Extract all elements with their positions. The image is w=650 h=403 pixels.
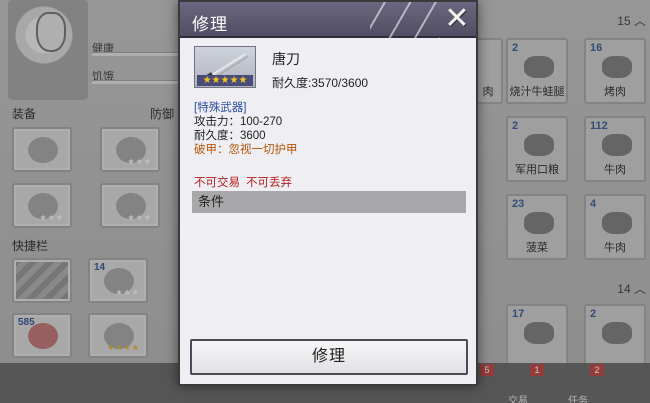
dialog-header: 修理 ✕ [180, 2, 476, 38]
no-drop-label: 不可丢弃 [246, 177, 292, 189]
item-icon-box: ★★★★★ [194, 46, 256, 88]
attack-stat: 攻击力：100-270 [194, 116, 283, 128]
armor-pierce-stat: 破甲：忽视一切护甲 [194, 144, 298, 156]
durability-value: 3570/3600 [311, 76, 369, 90]
item-name: 唐刀 [272, 51, 300, 67]
durability-label: 耐久度: [272, 76, 312, 90]
item-durability: 耐久度:3570/3600 [272, 74, 368, 91]
dialog-title: 修理 [192, 15, 228, 34]
condition-bar: 条件 [192, 191, 466, 213]
item-stars: ★★★★★ [197, 75, 253, 86]
repair-dialog: 修理 ✕ ★★★★★ 唐刀 耐久度:3570/3600 [特殊武器] 攻击力：1… [178, 0, 478, 386]
repair-button[interactable]: 修理 [190, 339, 468, 375]
item-type: [特殊武器] [194, 102, 247, 114]
close-x-icon[interactable]: ✕ [442, 4, 472, 34]
durability-stat: 耐久度：3600 [194, 130, 266, 142]
item-restrictions: 不可交易 不可丢弃 [194, 174, 292, 190]
no-trade-label: 不可交易 [194, 177, 240, 189]
item-details: [特殊武器] 攻击力：100-270 耐久度：3600 破甲：忽视一切护甲 [194, 101, 298, 157]
header-decoration [370, 2, 440, 38]
